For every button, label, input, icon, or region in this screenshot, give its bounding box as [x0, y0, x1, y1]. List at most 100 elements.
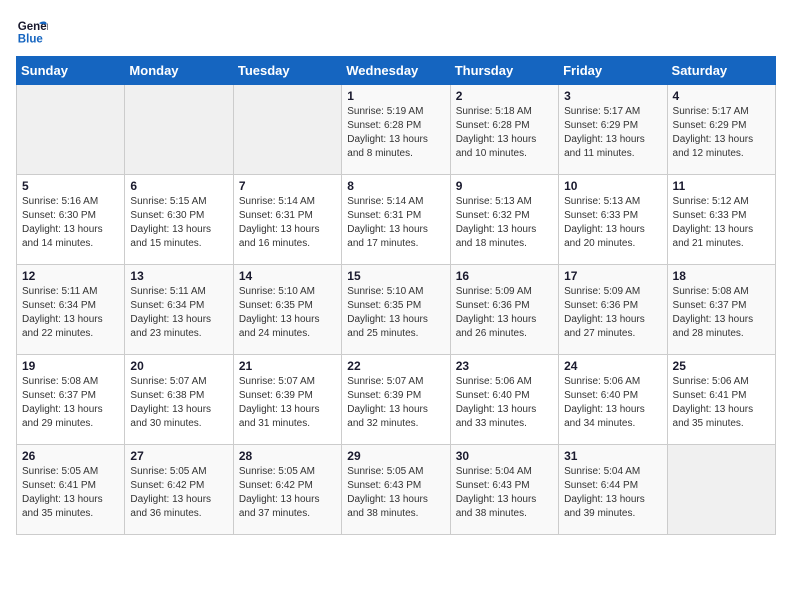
- calendar-cell: 18 Sunrise: 5:08 AMSunset: 6:37 PMDayligh…: [667, 265, 775, 355]
- calendar-cell: 6 Sunrise: 5:15 AMSunset: 6:30 PMDaylight…: [125, 175, 233, 265]
- day-number: 30: [456, 449, 553, 463]
- day-number: 25: [673, 359, 770, 373]
- cell-content: Sunrise: 5:16 AMSunset: 6:30 PMDaylight:…: [22, 195, 119, 251]
- calendar-cell: 3 Sunrise: 5:17 AMSunset: 6:29 PMDaylight…: [559, 85, 667, 175]
- cell-content: Sunrise: 5:15 AMSunset: 6:30 PMDaylight:…: [130, 195, 227, 251]
- cell-content: Sunrise: 5:05 AMSunset: 6:42 PMDaylight:…: [239, 465, 336, 521]
- day-number: 23: [456, 359, 553, 373]
- calendar-cell: 30 Sunrise: 5:04 AMSunset: 6:43 PMDayligh…: [450, 445, 558, 535]
- calendar-cell: 20 Sunrise: 5:07 AMSunset: 6:38 PMDayligh…: [125, 355, 233, 445]
- calendar-cell: 10 Sunrise: 5:13 AMSunset: 6:33 PMDayligh…: [559, 175, 667, 265]
- page-header: General Blue: [16, 16, 776, 48]
- calendar-week-row: 19 Sunrise: 5:08 AMSunset: 6:37 PMDayligh…: [17, 355, 776, 445]
- cell-content: Sunrise: 5:09 AMSunset: 6:36 PMDaylight:…: [456, 285, 553, 341]
- calendar-cell: 4Sunrise: 5:17 AMSunset: 6:29 PMDaylight…: [667, 85, 775, 175]
- day-number: 18: [673, 269, 770, 283]
- day-number: 19: [22, 359, 119, 373]
- cell-content: Sunrise: 5:10 AMSunset: 6:35 PMDaylight:…: [239, 285, 336, 341]
- cell-content: Sunrise: 5:10 AMSunset: 6:35 PMDaylight:…: [347, 285, 444, 341]
- weekday-header: Wednesday: [342, 57, 450, 85]
- calendar-cell: 11Sunrise: 5:12 AMSunset: 6:33 PMDayligh…: [667, 175, 775, 265]
- cell-content: Sunrise: 5:05 AMSunset: 6:43 PMDaylight:…: [347, 465, 444, 521]
- cell-content: Sunrise: 5:17 AMSunset: 6:29 PMDaylight:…: [673, 105, 770, 161]
- cell-content: Sunrise: 5:17 AMSunset: 6:29 PMDaylight:…: [564, 105, 661, 161]
- calendar-cell: 21Sunrise: 5:07 AMSunset: 6:39 PMDayligh…: [233, 355, 341, 445]
- calendar-cell: 5 Sunrise: 5:16 AMSunset: 6:30 PMDaylight…: [17, 175, 125, 265]
- calendar-cell: 9 Sunrise: 5:13 AMSunset: 6:32 PMDaylight…: [450, 175, 558, 265]
- day-number: 5: [22, 179, 119, 193]
- calendar-cell: 13Sunrise: 5:11 AMSunset: 6:34 PMDayligh…: [125, 265, 233, 355]
- cell-content: Sunrise: 5:12 AMSunset: 6:33 PMDaylight:…: [673, 195, 770, 251]
- calendar-week-row: 5 Sunrise: 5:16 AMSunset: 6:30 PMDaylight…: [17, 175, 776, 265]
- calendar-cell: 8 Sunrise: 5:14 AMSunset: 6:31 PMDaylight…: [342, 175, 450, 265]
- weekday-header: Sunday: [17, 57, 125, 85]
- calendar-cell: 29 Sunrise: 5:05 AMSunset: 6:43 PMDayligh…: [342, 445, 450, 535]
- day-number: 31: [564, 449, 661, 463]
- calendar-cell: 15Sunrise: 5:10 AMSunset: 6:35 PMDayligh…: [342, 265, 450, 355]
- cell-content: Sunrise: 5:11 AMSunset: 6:34 PMDaylight:…: [22, 285, 119, 341]
- cell-content: Sunrise: 5:14 AMSunset: 6:31 PMDaylight:…: [347, 195, 444, 251]
- weekday-header: Monday: [125, 57, 233, 85]
- cell-content: Sunrise: 5:09 AMSunset: 6:36 PMDaylight:…: [564, 285, 661, 341]
- calendar-table: SundayMondayTuesdayWednesdayThursdayFrid…: [16, 56, 776, 535]
- calendar-cell: 23 Sunrise: 5:06 AMSunset: 6:40 PMDayligh…: [450, 355, 558, 445]
- weekday-header: Friday: [559, 57, 667, 85]
- weekday-header: Tuesday: [233, 57, 341, 85]
- day-number: 12: [22, 269, 119, 283]
- cell-content: Sunrise: 5:04 AMSunset: 6:43 PMDaylight:…: [456, 465, 553, 521]
- weekday-header: Thursday: [450, 57, 558, 85]
- cell-content: Sunrise: 5:08 AMSunset: 6:37 PMDaylight:…: [673, 285, 770, 341]
- calendar-cell: [233, 85, 341, 175]
- day-number: 16: [456, 269, 553, 283]
- day-number: 9: [456, 179, 553, 193]
- calendar-cell: 14 Sunrise: 5:10 AMSunset: 6:35 PMDayligh…: [233, 265, 341, 355]
- day-number: 10: [564, 179, 661, 193]
- calendar-week-row: 1Sunrise: 5:19 AMSunset: 6:28 PMDaylight…: [17, 85, 776, 175]
- day-number: 26: [22, 449, 119, 463]
- cell-content: Sunrise: 5:13 AMSunset: 6:33 PMDaylight:…: [564, 195, 661, 251]
- day-number: 22: [347, 359, 444, 373]
- calendar-cell: 19 Sunrise: 5:08 AMSunset: 6:37 PMDayligh…: [17, 355, 125, 445]
- day-number: 28: [239, 449, 336, 463]
- day-number: 24: [564, 359, 661, 373]
- logo: General Blue: [16, 16, 54, 48]
- calendar-cell: [17, 85, 125, 175]
- cell-content: Sunrise: 5:13 AMSunset: 6:32 PMDaylight:…: [456, 195, 553, 251]
- calendar-cell: 17Sunrise: 5:09 AMSunset: 6:36 PMDayligh…: [559, 265, 667, 355]
- calendar-cell: 1Sunrise: 5:19 AMSunset: 6:28 PMDaylight…: [342, 85, 450, 175]
- day-number: 3: [564, 89, 661, 103]
- calendar-header-row: SundayMondayTuesdayWednesdayThursdayFrid…: [17, 57, 776, 85]
- calendar-cell: 27 Sunrise: 5:05 AMSunset: 6:42 PMDayligh…: [125, 445, 233, 535]
- calendar-cell: 22 Sunrise: 5:07 AMSunset: 6:39 PMDayligh…: [342, 355, 450, 445]
- day-number: 8: [347, 179, 444, 193]
- cell-content: Sunrise: 5:18 AMSunset: 6:28 PMDaylight:…: [456, 105, 553, 161]
- calendar-cell: 31 Sunrise: 5:04 AMSunset: 6:44 PMDayligh…: [559, 445, 667, 535]
- cell-content: Sunrise: 5:06 AMSunset: 6:40 PMDaylight:…: [456, 375, 553, 431]
- day-number: 1: [347, 89, 444, 103]
- cell-content: Sunrise: 5:06 AMSunset: 6:40 PMDaylight:…: [564, 375, 661, 431]
- cell-content: Sunrise: 5:07 AMSunset: 6:39 PMDaylight:…: [347, 375, 444, 431]
- cell-content: Sunrise: 5:04 AMSunset: 6:44 PMDaylight:…: [564, 465, 661, 521]
- cell-content: Sunrise: 5:14 AMSunset: 6:31 PMDaylight:…: [239, 195, 336, 251]
- day-number: 20: [130, 359, 227, 373]
- weekday-header: Saturday: [667, 57, 775, 85]
- calendar-cell: 24 Sunrise: 5:06 AMSunset: 6:40 PMDayligh…: [559, 355, 667, 445]
- cell-content: Sunrise: 5:07 AMSunset: 6:38 PMDaylight:…: [130, 375, 227, 431]
- calendar-cell: [125, 85, 233, 175]
- calendar-cell: 12 Sunrise: 5:11 AMSunset: 6:34 PMDayligh…: [17, 265, 125, 355]
- logo-icon: General Blue: [16, 16, 48, 48]
- day-number: 14: [239, 269, 336, 283]
- day-number: 29: [347, 449, 444, 463]
- cell-content: Sunrise: 5:05 AMSunset: 6:42 PMDaylight:…: [130, 465, 227, 521]
- cell-content: Sunrise: 5:08 AMSunset: 6:37 PMDaylight:…: [22, 375, 119, 431]
- day-number: 6: [130, 179, 227, 193]
- calendar-week-row: 26Sunrise: 5:05 AMSunset: 6:41 PMDayligh…: [17, 445, 776, 535]
- day-number: 27: [130, 449, 227, 463]
- day-number: 7: [239, 179, 336, 193]
- calendar-cell: 28 Sunrise: 5:05 AMSunset: 6:42 PMDayligh…: [233, 445, 341, 535]
- cell-content: Sunrise: 5:07 AMSunset: 6:39 PMDaylight:…: [239, 375, 336, 431]
- calendar-cell: [667, 445, 775, 535]
- cell-content: Sunrise: 5:06 AMSunset: 6:41 PMDaylight:…: [673, 375, 770, 431]
- calendar-week-row: 12 Sunrise: 5:11 AMSunset: 6:34 PMDayligh…: [17, 265, 776, 355]
- calendar-cell: 25 Sunrise: 5:06 AMSunset: 6:41 PMDayligh…: [667, 355, 775, 445]
